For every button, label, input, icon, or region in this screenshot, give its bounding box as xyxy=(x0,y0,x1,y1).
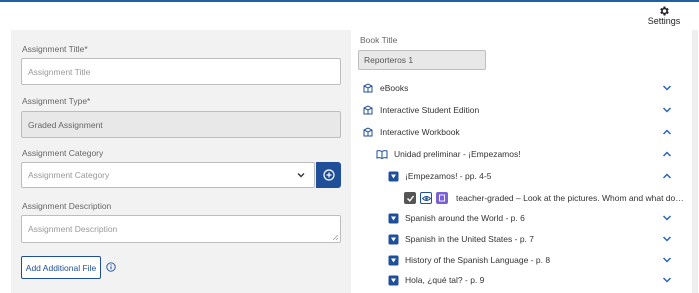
assignment-description-label: Assignment Description xyxy=(22,201,112,211)
book-content-panel: Book Title Reporteros 1 eBooks Interacti… xyxy=(358,30,688,293)
checkbox-checked-icon[interactable] xyxy=(404,192,416,204)
assignment-type-field: Graded Assignment xyxy=(21,111,341,138)
page-scrollbar[interactable] xyxy=(692,30,698,293)
slides-icon xyxy=(388,171,399,182)
add-additional-file-button[interactable]: Add Additional File xyxy=(21,256,101,279)
tree-item-label: Spanish around the World - p. 6 xyxy=(405,213,525,223)
book-title-field: Reporteros 1 xyxy=(358,50,486,70)
assignment-description-placeholder: Assignment Description xyxy=(28,224,118,234)
tree-item-label: History of the Spanish Language - p. 8 xyxy=(405,255,551,265)
activity-label: teacher-graded – Look at the pictures. W… xyxy=(456,193,684,203)
preview-eye-icon[interactable] xyxy=(420,192,432,204)
chevron-up-icon[interactable] xyxy=(662,172,672,180)
tree-item-label: Unidad preliminar - ¡Empezamos! xyxy=(394,149,521,159)
tree-item-label: Spanish in the United States - p. 7 xyxy=(405,234,534,244)
slides-icon xyxy=(388,213,399,224)
tree-item-hola-que-tal[interactable]: Hola, ¿qué tal? - p. 9 xyxy=(358,270,684,290)
chevron-down-icon[interactable] xyxy=(662,256,672,264)
tree-item-interactive-student-edition[interactable]: Interactive Student Edition xyxy=(358,100,684,120)
settings-button[interactable]: Settings xyxy=(642,4,686,26)
tree-item-unidad-preliminar[interactable]: Unidad preliminar - ¡Empezamos! xyxy=(358,144,684,164)
slides-icon xyxy=(388,275,399,286)
tree-item-spanish-around-the-world[interactable]: Spanish around the World - p. 6 xyxy=(358,208,684,228)
plus-circle-icon xyxy=(322,169,335,181)
tree-item-interactive-workbook[interactable]: Interactive Workbook xyxy=(358,122,684,142)
assignment-category-placeholder: Assignment Category xyxy=(28,170,110,180)
book-stack-icon xyxy=(362,82,374,94)
activity-row[interactable]: teacher-graded – Look at the pictures. W… xyxy=(358,188,684,208)
assignment-title-label: Assignment Title* xyxy=(22,44,88,54)
assignment-category-select[interactable]: Assignment Category xyxy=(21,162,315,188)
tree-item-label: Interactive Workbook xyxy=(380,127,460,137)
assignment-description-textarea[interactable]: Assignment Description xyxy=(21,215,341,243)
chevron-down-icon[interactable] xyxy=(662,214,672,222)
chevron-down-icon xyxy=(297,173,305,178)
tree-item-label: Hola, ¿qué tal? - p. 9 xyxy=(405,275,485,285)
assignment-title-input[interactable]: Assignment Title xyxy=(21,58,341,85)
slides-icon xyxy=(388,234,399,245)
tree-item-label: eBooks xyxy=(380,83,409,93)
book-stack-icon xyxy=(362,104,374,116)
chevron-down-icon[interactable] xyxy=(662,276,672,284)
tree-item-label: Interactive Student Edition xyxy=(380,105,480,115)
tree-item-spanish-in-the-united-states[interactable]: Spanish in the United States - p. 7 xyxy=(358,229,684,249)
resize-grip-icon[interactable] xyxy=(332,234,339,241)
book-stack-icon xyxy=(362,126,374,138)
settings-label: Settings xyxy=(647,16,681,26)
assignment-type-value: Graded Assignment xyxy=(28,119,103,130)
add-category-button[interactable] xyxy=(316,162,341,188)
chevron-down-icon[interactable] xyxy=(662,106,672,114)
tree-item-empezamos[interactable]: ¡Empezamos! - pp. 4-5 xyxy=(358,166,684,186)
chevron-down-icon[interactable] xyxy=(662,235,672,243)
open-book-icon xyxy=(376,148,388,160)
book-title-label: Book Title xyxy=(360,35,398,45)
chevron-down-icon[interactable] xyxy=(662,84,672,92)
worksheet-icon xyxy=(436,192,448,204)
top-accent-bar xyxy=(0,0,699,2)
tree-item-ebooks[interactable]: eBooks xyxy=(358,78,684,98)
assignment-title-placeholder: Assignment Title xyxy=(28,66,91,77)
info-icon[interactable] xyxy=(106,262,116,272)
slides-icon xyxy=(388,255,399,266)
book-title-value: Reporteros 1 xyxy=(364,55,414,65)
chevron-up-icon[interactable] xyxy=(662,150,672,158)
chevron-up-icon[interactable] xyxy=(662,128,672,136)
assignment-category-label: Assignment Category xyxy=(22,148,104,158)
tree-item-label: ¡Empezamos! - pp. 4-5 xyxy=(405,171,492,181)
tree-item-history-of-the-spanish-language[interactable]: History of the Spanish Language - p. 8 xyxy=(358,250,684,270)
assignment-type-label: Assignment Type* xyxy=(22,96,91,106)
assignment-form-panel: Assignment Title* Assignment Title Assig… xyxy=(11,30,351,293)
